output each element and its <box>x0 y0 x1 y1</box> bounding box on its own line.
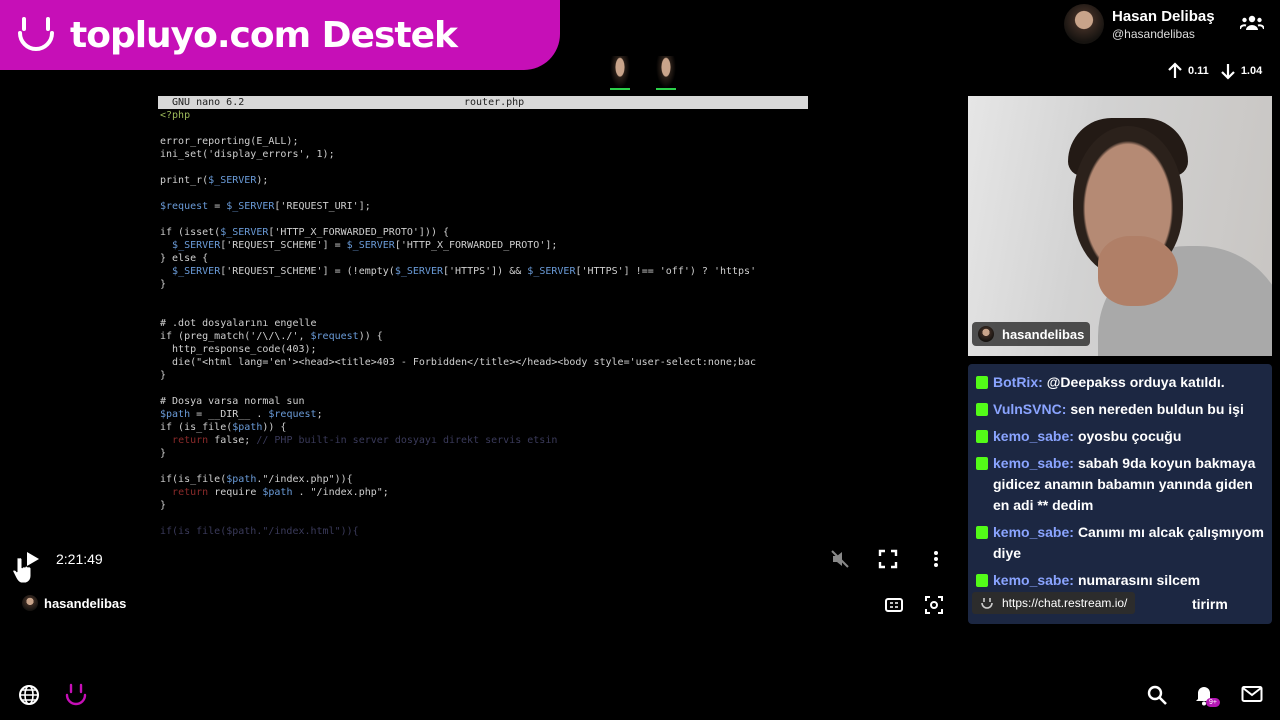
people-icon[interactable] <box>1240 14 1264 32</box>
nano-filename: router.php <box>464 97 525 108</box>
viewer-avatars <box>610 56 676 90</box>
streamer-profile[interactable]: Hasan Delibaş @hasandelibas <box>1064 4 1264 44</box>
search-icon[interactable] <box>1146 684 1168 706</box>
chat-message: VulnSVNC: sen nereden buldun bu işi <box>968 397 1272 424</box>
kick-badge-icon <box>976 430 988 443</box>
upload-value: 0.11 <box>1188 65 1209 77</box>
chat-text: @Deepakss orduya katıldı. <box>1046 374 1225 390</box>
globe-icon[interactable] <box>18 684 40 706</box>
banner-text: topluyo.com Destek <box>70 14 458 56</box>
mail-icon[interactable] <box>1241 684 1263 704</box>
viewer-avatar <box>610 56 630 90</box>
chat-message: kemo_sabe: numarasını silcem <box>968 568 1272 595</box>
chat-text: oyosbu çocuğu <box>1077 428 1182 444</box>
avatar <box>22 595 38 611</box>
chat-text: sen nereden buldun bu işi <box>1070 401 1244 417</box>
owner-name: hasandelibas <box>44 595 127 611</box>
chat-username[interactable]: kemo_sabe: <box>993 572 1074 588</box>
stream-owner[interactable]: hasandelibas <box>22 595 126 611</box>
chat-text: numarasını silcem <box>1077 572 1201 588</box>
chat-username[interactable]: kemo_sabe: <box>993 455 1074 471</box>
kick-badge-icon <box>976 574 988 587</box>
arrow-down-icon <box>1221 64 1235 80</box>
code-content: <?php error_reporting(E_ALL); ini_set('d… <box>160 110 757 536</box>
fullscreen-icon[interactable] <box>878 549 898 569</box>
kick-badge-icon <box>976 457 988 470</box>
topluyo-home-icon[interactable] <box>64 682 88 708</box>
arrow-up-icon <box>1168 62 1182 78</box>
theater-icon[interactable] <box>884 595 904 615</box>
chat-username[interactable]: kemo_sabe: <box>993 524 1074 540</box>
brand-banner: topluyo.com Destek <box>0 0 560 70</box>
restream-icon <box>981 598 993 609</box>
webcam-feed: hasandelibas <box>968 96 1272 356</box>
chat-message: kemo_sabe: oyosbu çocuğu <box>968 424 1272 451</box>
chat-message: kemo_sabe: sabah 9da koyun bakmaya gidice… <box>968 451 1272 520</box>
download-value: 1.04 <box>1240 65 1263 77</box>
nano-app-name: GNU nano 6.2 <box>172 97 245 108</box>
screenshot-icon[interactable] <box>924 595 944 615</box>
webcam-label-name: hasandelibas <box>1002 326 1085 342</box>
nano-header: GNU nano 6.2 router.php <box>158 96 808 109</box>
avatar <box>978 326 994 342</box>
kick-badge-icon <box>976 526 988 539</box>
nano-editor: GNU nano 6.2 router.php <?php error_repo… <box>158 96 808 536</box>
chat-panel[interactable]: BotRix: @Deepakss orduya katıldı. VulnSVN… <box>968 364 1272 624</box>
chat-message: kemo_sabe: Canımı mı alcak çalışmıyom diy… <box>968 520 1272 568</box>
more-icon[interactable] <box>926 549 946 569</box>
stream-time: 2:21:49 <box>56 551 103 567</box>
topluyo-logo-icon <box>18 17 54 51</box>
chat-message: BotRix: @Deepakss orduya katıldı. <box>968 370 1272 397</box>
url-tooltip: https://chat.restream.io/ <box>972 592 1136 614</box>
mute-icon[interactable] <box>830 549 850 569</box>
kick-badge-icon <box>976 376 988 389</box>
webcam-label: hasandelibas <box>972 322 1091 346</box>
chat-overflow-text: tirirm <box>1192 596 1228 612</box>
handle: @hasandelibas <box>1112 26 1195 41</box>
network-stats: 0.11 1.04 <box>1166 62 1262 80</box>
display-name: Hasan Delibaş <box>1112 7 1215 25</box>
kick-badge-icon <box>976 403 988 416</box>
chat-username[interactable]: BotRix: <box>993 374 1043 390</box>
chat-username[interactable]: kemo_sabe: <box>993 428 1074 444</box>
chat-username[interactable]: VulnSVNC: <box>993 401 1066 417</box>
viewer-avatar <box>656 56 676 90</box>
cursor-hand-icon <box>12 557 32 584</box>
avatar[interactable] <box>1064 4 1104 44</box>
tooltip-url: https://chat.restream.io/ <box>1002 596 1128 610</box>
notification-badge: 9+ <box>1206 698 1220 707</box>
